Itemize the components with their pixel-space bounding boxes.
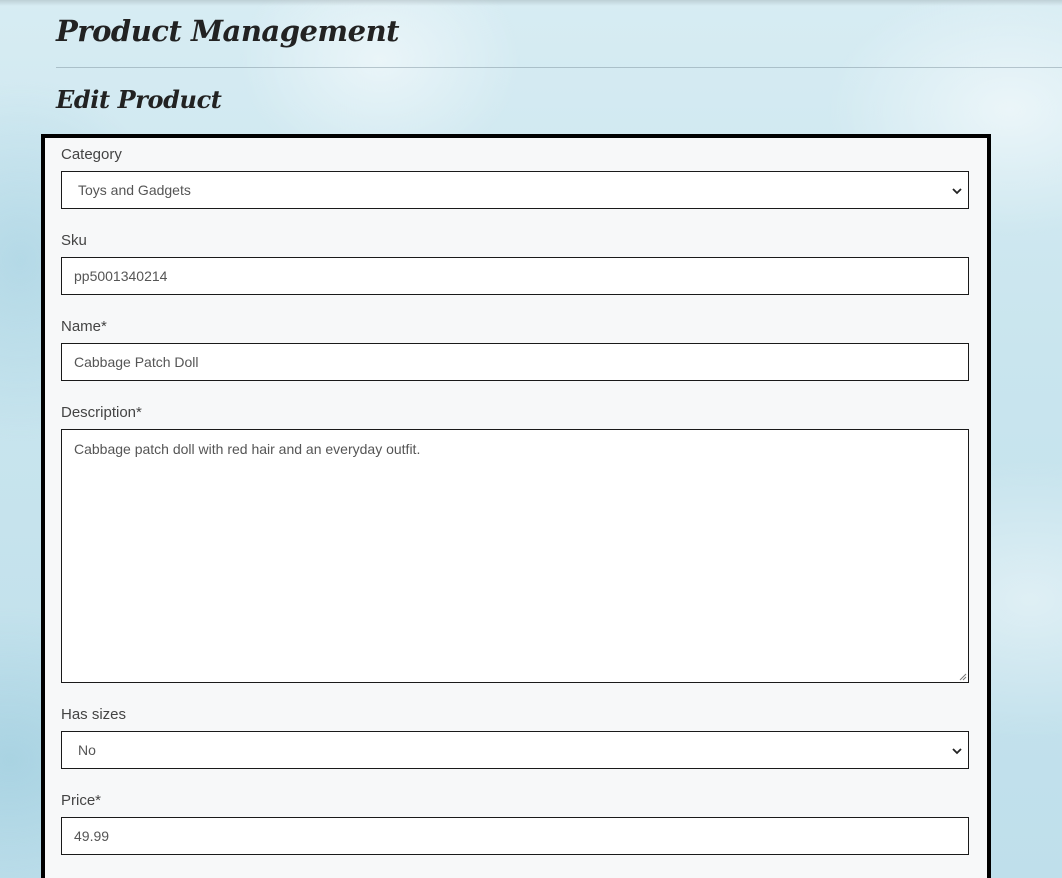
chevron-down-icon bbox=[952, 748, 962, 755]
price-label: Price* bbox=[61, 792, 102, 809]
has-sizes-label: Has sizes bbox=[61, 706, 127, 723]
name-input[interactable]: Cabbage Patch Doll bbox=[61, 343, 969, 381]
category-selected-value: Toys and Gadgets bbox=[78, 182, 191, 198]
section-title: Edit Product bbox=[56, 85, 222, 114]
price-input[interactable]: 49.99 bbox=[61, 817, 969, 855]
description-label: Description* bbox=[61, 404, 142, 421]
description-text: Cabbage patch doll with red hair and an … bbox=[74, 441, 421, 457]
category-label: Category bbox=[61, 146, 122, 163]
sku-input[interactable]: pp5001340214 bbox=[61, 257, 969, 295]
has-sizes-selected-value: No bbox=[78, 742, 96, 758]
edit-product-form: Category Toys and Gadgets Sku pp50013402… bbox=[41, 134, 991, 878]
has-sizes-select[interactable]: No bbox=[61, 731, 969, 769]
sku-label: Sku bbox=[61, 232, 87, 249]
chevron-down-icon bbox=[952, 188, 962, 195]
title-divider bbox=[56, 67, 1062, 68]
page-title: Product Management bbox=[56, 14, 400, 48]
category-select[interactable]: Toys and Gadgets bbox=[61, 171, 969, 209]
description-textarea[interactable]: Cabbage patch doll with red hair and an … bbox=[61, 429, 969, 683]
resize-handle-icon[interactable] bbox=[958, 672, 967, 681]
name-label: Name* bbox=[61, 318, 107, 335]
top-shadow bbox=[0, 0, 1062, 6]
